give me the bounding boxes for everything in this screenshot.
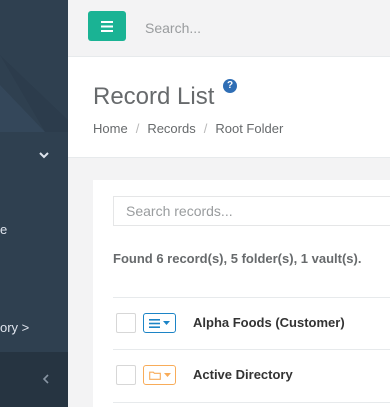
- list-item[interactable]: Active Directory: [113, 349, 390, 403]
- sidebar: e ory >: [0, 0, 68, 407]
- chevron-down-icon[interactable]: [38, 149, 50, 161]
- help-icon[interactable]: ?: [223, 79, 237, 93]
- global-search-input[interactable]: [143, 13, 387, 43]
- row-checkbox[interactable]: [116, 365, 136, 385]
- breadcrumb-records[interactable]: Records: [147, 121, 195, 136]
- breadcrumb-root-folder: Root Folder: [215, 121, 284, 136]
- folder-icon: [148, 371, 161, 380]
- breadcrumb: Home / Records / Root Folder: [93, 121, 283, 136]
- record-name[interactable]: Alpha Foods (Customer): [193, 315, 345, 330]
- caret-down-icon: [163, 321, 170, 325]
- breadcrumb-separator: /: [203, 121, 208, 136]
- page-title: Record List: [93, 83, 215, 110]
- sidebar-item-label[interactable]: e: [0, 222, 7, 237]
- sidebar-collapse-button[interactable]: [0, 352, 68, 407]
- menu-icon: [101, 20, 113, 32]
- sidebar-item-label[interactable]: ory >: [0, 320, 29, 335]
- breadcrumb-home[interactable]: Home: [93, 121, 128, 136]
- list-item[interactable]: Alpha Foods (Customer): [113, 297, 390, 350]
- sidebar-header-decoration: [0, 55, 68, 132]
- record-actions-dropdown[interactable]: [143, 313, 176, 333]
- caret-down-icon: [163, 373, 171, 377]
- page-heading: Record List ? Home / Records / Root Folder: [68, 57, 390, 158]
- records-panel: Found 6 record(s), 5 folder(s), 1 vault(…: [93, 180, 390, 407]
- breadcrumb-separator: /: [135, 121, 140, 136]
- results-summary: Found 6 record(s), 5 folder(s), 1 vault(…: [113, 251, 362, 266]
- top-navbar: [68, 0, 390, 57]
- chevron-left-icon: [42, 374, 49, 384]
- row-checkbox[interactable]: [116, 313, 136, 333]
- records-search-input[interactable]: [113, 196, 390, 226]
- folder-actions-dropdown[interactable]: [143, 365, 176, 385]
- menu-toggle-button[interactable]: [88, 11, 126, 41]
- folder-name[interactable]: Active Directory: [193, 367, 293, 382]
- list-icon: [149, 318, 160, 328]
